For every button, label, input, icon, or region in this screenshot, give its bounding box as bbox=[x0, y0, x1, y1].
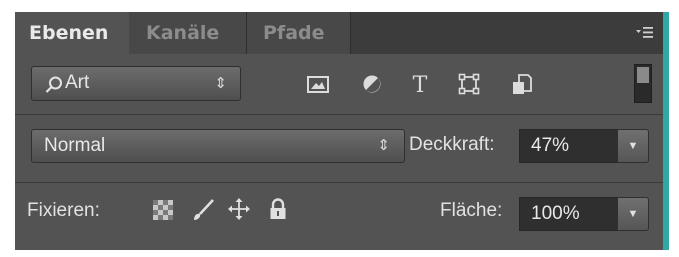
shape-filter-icon[interactable] bbox=[456, 71, 482, 97]
tab-pfade[interactable]: Pfade bbox=[247, 12, 351, 54]
filter-type-select[interactable]: Art ⇕ bbox=[31, 66, 241, 101]
text-filter-icon[interactable]: T bbox=[407, 71, 433, 97]
panel-menu-icon[interactable] bbox=[635, 24, 653, 42]
lock-position-icon[interactable] bbox=[227, 197, 251, 221]
toggle-knob bbox=[637, 67, 649, 83]
blend-mode-select[interactable]: Normal ⇕ bbox=[31, 129, 405, 163]
smart-object-filter-icon[interactable] bbox=[509, 71, 535, 97]
adjustment-filter-icon[interactable] bbox=[359, 71, 385, 97]
filter-row: Art ⇕ T bbox=[15, 54, 663, 114]
lock-transparent-pixels-icon[interactable] bbox=[151, 198, 175, 222]
opacity-dropdown-button[interactable]: ▼ bbox=[617, 129, 649, 163]
search-icon bbox=[44, 75, 64, 95]
tab-ebenen[interactable]: Ebenen bbox=[15, 12, 129, 54]
row-divider bbox=[15, 182, 663, 183]
tab-kanaele[interactable]: Kanäle bbox=[129, 12, 247, 54]
updown-chevron-icon: ⇕ bbox=[214, 75, 227, 92]
filter-toggle-icon[interactable] bbox=[634, 64, 652, 103]
fill-input[interactable]: 100% bbox=[519, 197, 619, 231]
row-divider bbox=[15, 114, 663, 115]
fill-dropdown-button[interactable]: ▼ bbox=[617, 197, 649, 231]
image-filter-icon[interactable] bbox=[305, 71, 331, 97]
lock-label: Fixieren: bbox=[27, 200, 100, 221]
svg-text:T: T bbox=[413, 73, 428, 97]
opacity-label: Deckkraft: bbox=[409, 134, 495, 155]
opacity-input[interactable]: 47% bbox=[519, 129, 619, 163]
lock-all-icon[interactable] bbox=[266, 197, 290, 221]
adjacent-panel-edge bbox=[663, 12, 669, 250]
lock-image-pixels-icon[interactable] bbox=[191, 198, 215, 222]
filter-type-label: Art bbox=[65, 72, 90, 93]
blend-mode-label: Normal bbox=[44, 135, 106, 156]
panel-tab-bar: Ebenen Kanäle Pfade bbox=[15, 12, 663, 54]
fill-label: Fläche: bbox=[440, 200, 503, 221]
updown-chevron-icon: ⇕ bbox=[377, 137, 390, 154]
layers-panel: Ebenen Kanäle Pfade Art ⇕ T Normal ⇕ Dec… bbox=[15, 12, 663, 250]
